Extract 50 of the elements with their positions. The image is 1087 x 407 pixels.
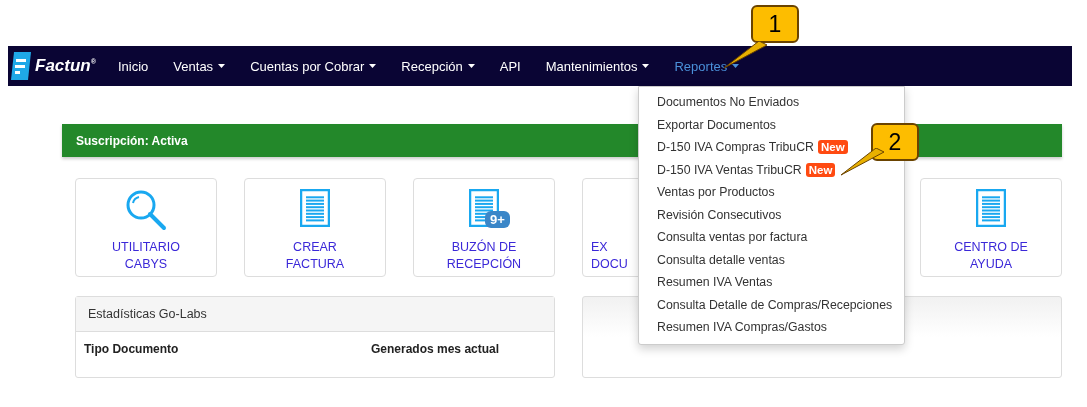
menu-item[interactable]: Revisión Consecutivos [639, 203, 782, 226]
nav-menu-item[interactable]: Reportes [662, 58, 753, 74]
card-label: CREAR [293, 239, 337, 256]
caret-icon [732, 64, 740, 68]
search-icon [125, 189, 167, 231]
document-icon [976, 189, 1006, 227]
shortcut-card[interactable]: 9+ BUZÓN DE RECEPCIÓN [413, 178, 555, 277]
menu-item[interactable]: Resumen IVA Ventas [639, 271, 773, 294]
card-label: RECEPCIÓN [446, 256, 522, 273]
panel-title: Estadísticas Go-Labs [88, 307, 207, 321]
new-badge: New [817, 140, 848, 155]
nav-menu-item[interactable]: Inicio [106, 58, 162, 74]
nav-menu-item[interactable]: Mantenimientos [533, 58, 663, 74]
card-label: EX [591, 239, 608, 256]
caret-icon [369, 64, 377, 68]
caret-icon [467, 64, 475, 68]
menu-item[interactable]: Exportar Documentos [639, 113, 776, 136]
card-label: FACTURA [285, 256, 345, 273]
shortcut-card[interactable]: CENTRO DE AYUDA [920, 178, 1062, 277]
nav-menu-item[interactable]: Recepción [389, 58, 488, 74]
menu-item[interactable]: Consulta Detalle de Compras/Recepciones [639, 293, 893, 316]
caret-icon [218, 64, 226, 68]
card-label: CENTRO DE [954, 239, 1028, 256]
menu-item[interactable]: D-150 IVA Ventas TribuCR New [639, 158, 836, 181]
menu-item[interactable]: Ventas por Productos [639, 181, 775, 204]
menu-item[interactable]: Documentos No Enviados [639, 91, 800, 114]
logo-icon [10, 51, 32, 81]
menu-item[interactable]: Resumen IVA Compras/Gastos [639, 316, 827, 339]
card-label: DOCU [591, 256, 628, 273]
shortcut-card[interactable]: CREAR FACTURA [244, 178, 386, 277]
column-header: Tipo Documento [84, 342, 180, 356]
new-badge: New [805, 162, 836, 177]
nav-menu-item[interactable]: Ventas [161, 58, 239, 74]
brand-name[interactable]: Factun$^{®}$ [35, 56, 96, 76]
card-label: AYUDA [969, 256, 1013, 273]
nav-menu-item[interactable]: Cuentas por Cobrar [238, 58, 390, 74]
card-label: CABYS [124, 256, 168, 273]
card-label: UTILITARIO [112, 239, 180, 256]
shortcut-card[interactable]: UTILITARIO CABYS [75, 178, 217, 277]
count-badge: 9+ [485, 211, 510, 228]
nav-menu-item[interactable]: API [487, 58, 534, 74]
callout-badge: 2 [871, 123, 919, 161]
menu-item[interactable]: Consulta detalle ventas [639, 248, 785, 271]
callout-badge: 1 [751, 5, 799, 43]
menu-item[interactable]: D-150 IVA Compras TribuCR New [639, 136, 848, 159]
document-icon [300, 189, 330, 227]
menu-item[interactable]: Consulta ventas por factura [639, 226, 808, 249]
column-header: Generados mes actual [371, 342, 501, 356]
card-label: BUZÓN DE [451, 239, 517, 256]
caret-icon [642, 64, 650, 68]
